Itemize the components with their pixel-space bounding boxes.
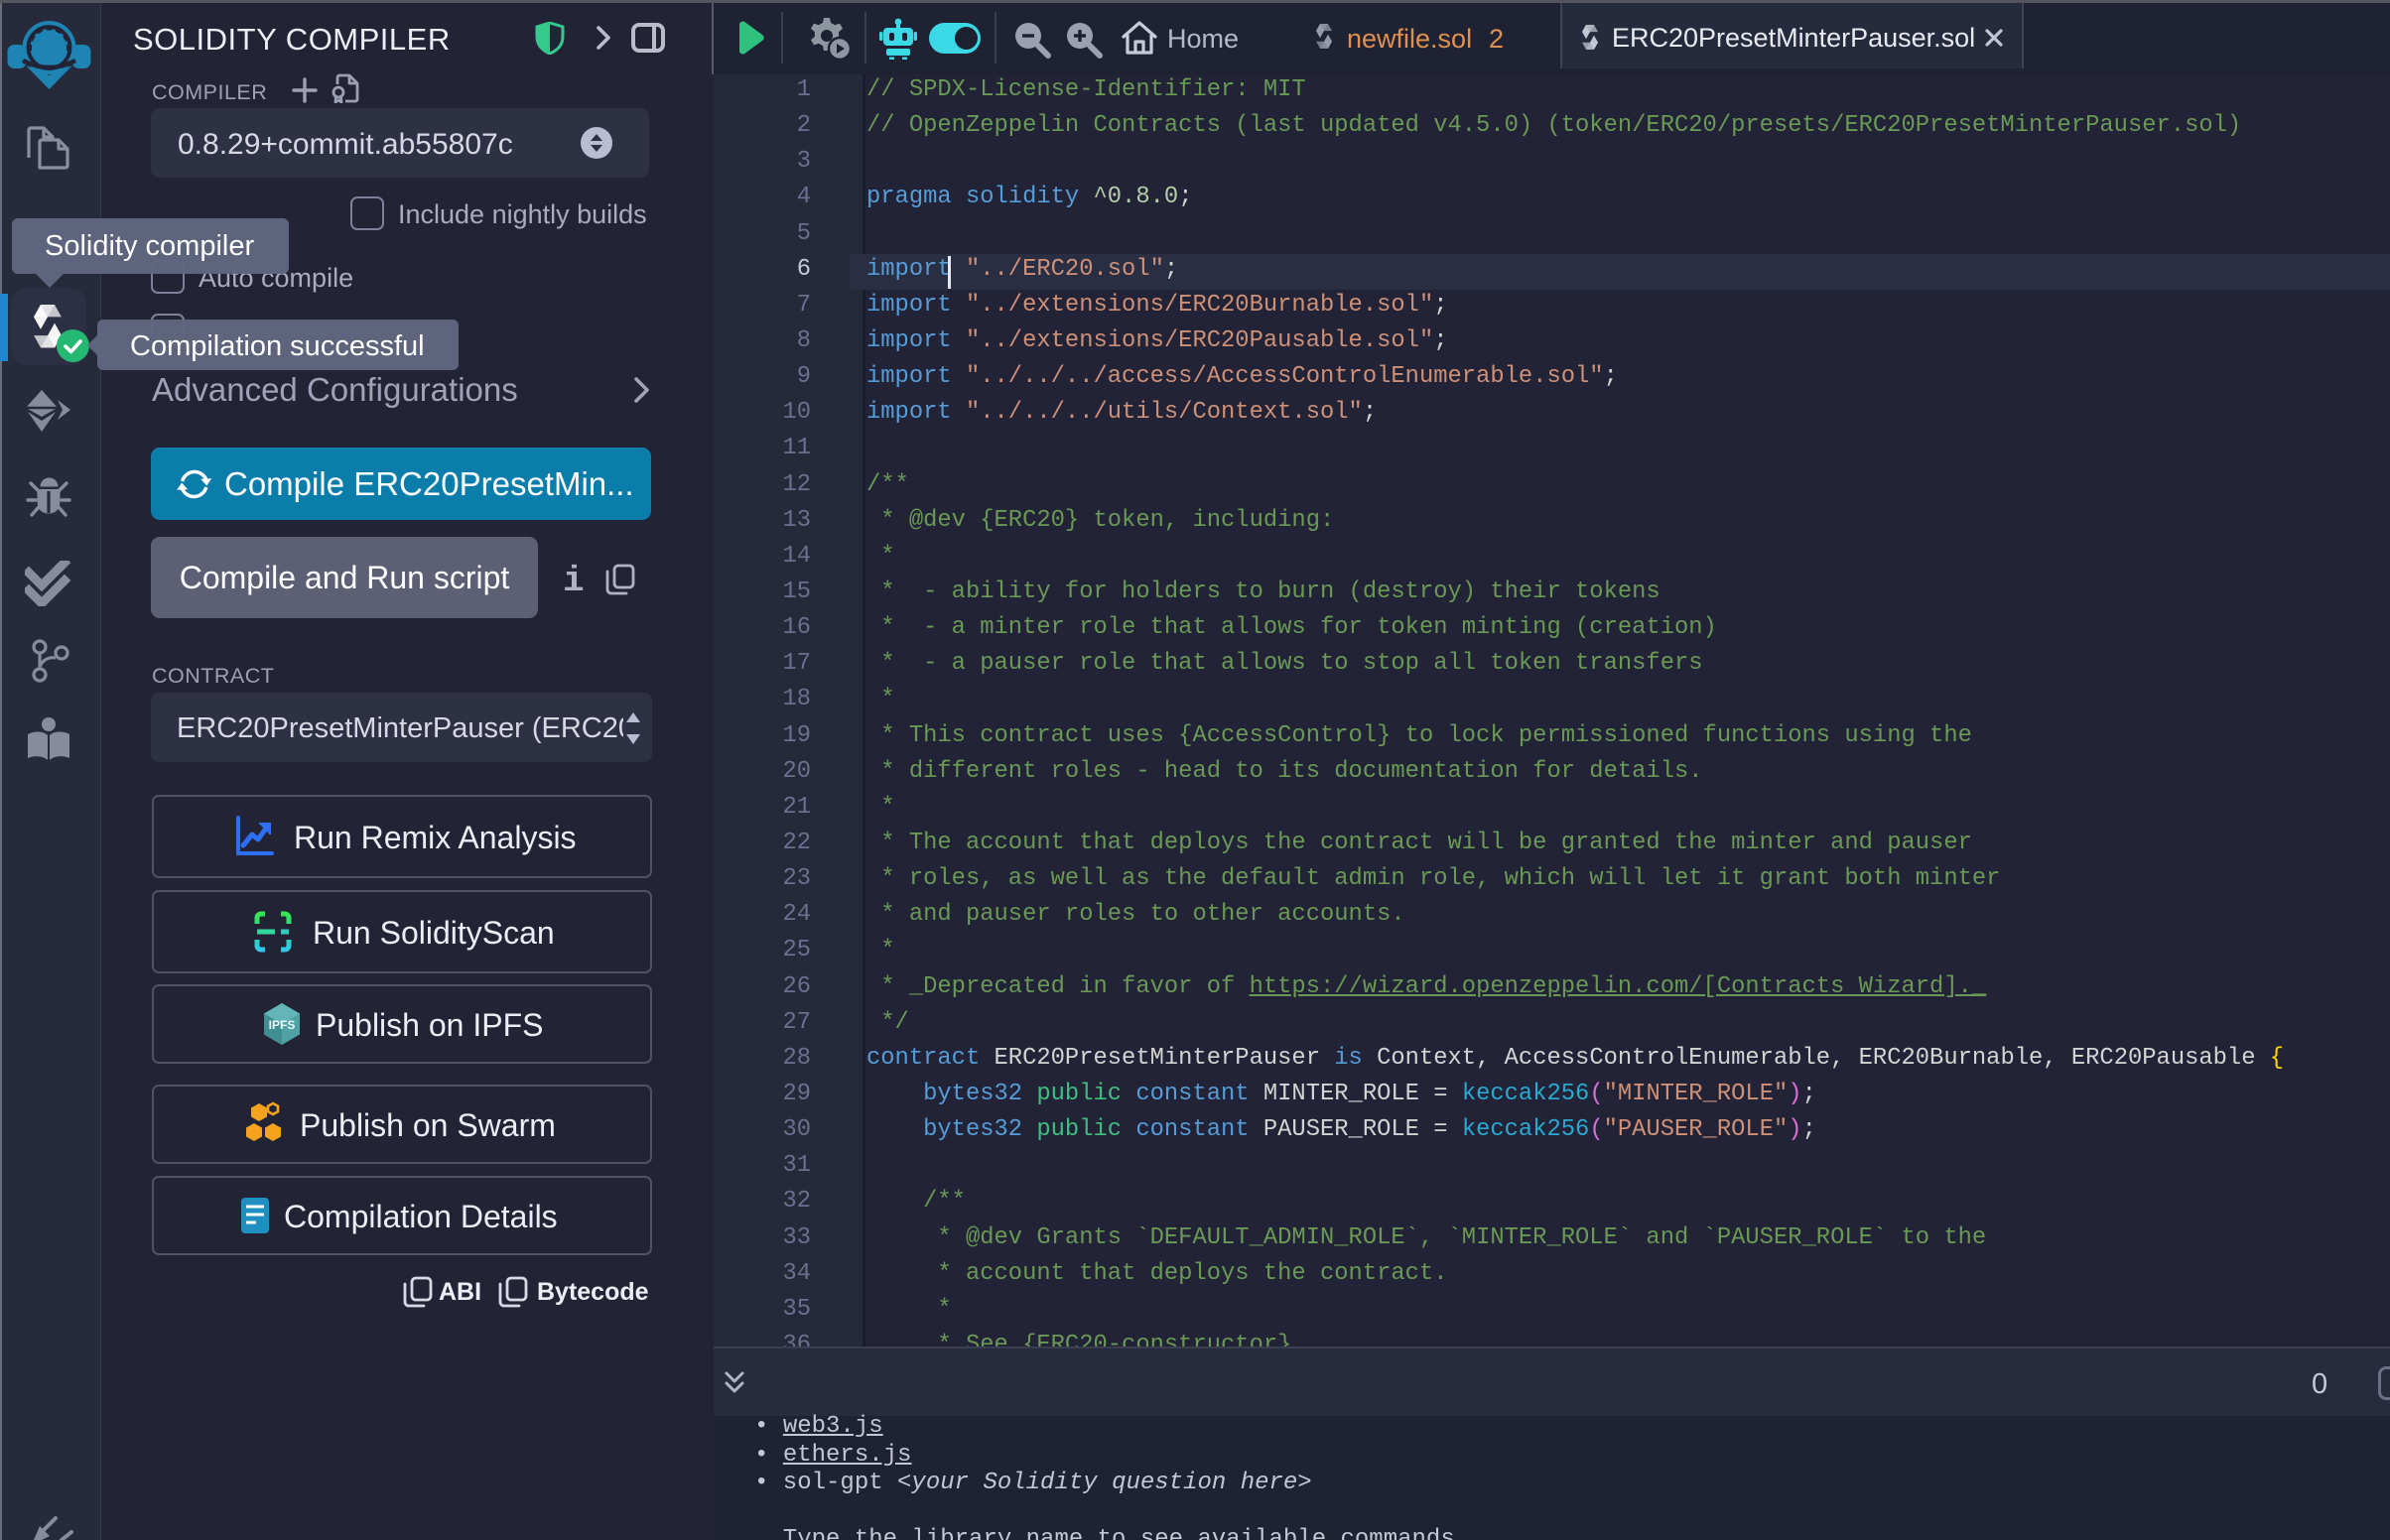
svg-text:IPFS: IPFS	[269, 1018, 296, 1032]
